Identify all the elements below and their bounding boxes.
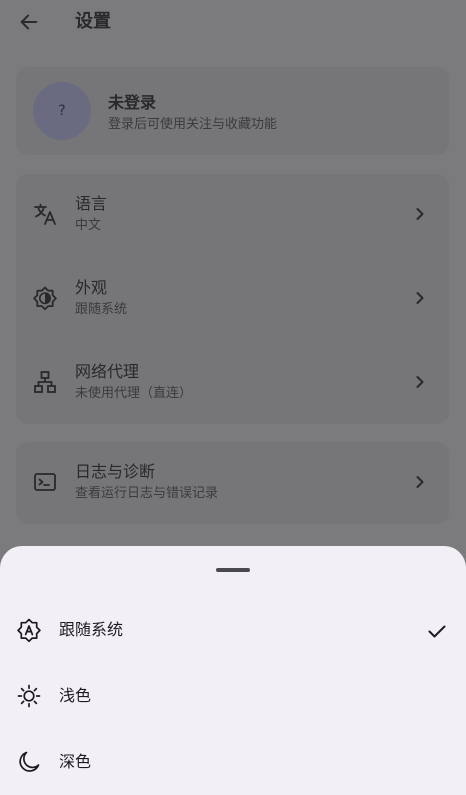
chevron-right-icon [410, 288, 430, 308]
appearance-option-label: 深色 [59, 752, 92, 771]
network-tree-icon [31, 368, 59, 396]
login-card[interactable]: ? 未登录 登录后可使用关注与收藏功能 [16, 67, 449, 155]
settings-item-title: 网络代理 [75, 362, 140, 381]
brightness-icon [31, 284, 59, 312]
chevron-right-icon [410, 204, 430, 224]
terminal-icon [31, 468, 59, 496]
settings-item-title: 语言 [75, 194, 108, 213]
settings-item-subtitle: 未使用代理（直连） [75, 386, 193, 401]
settings-item-network-proxy[interactable]: 网络代理 未使用代理（直连） [16, 342, 449, 426]
settings-item-title: 外观 [75, 278, 108, 297]
settings-item-subtitle: 跟随系统 [75, 302, 128, 317]
settings-item-appearance[interactable]: 外观 跟随系统 [16, 258, 449, 342]
app-bar: 设置 [0, 0, 466, 44]
settings-item-language[interactable]: 语言 中文 [16, 174, 449, 258]
diagnostics-group: 日志与诊断 查看运行日志与错误记录 [16, 442, 449, 524]
login-status-subtitle: 登录后可使用关注与收藏功能 [108, 117, 278, 132]
appearance-option-dark[interactable]: 深色 [0, 732, 466, 792]
appearance-option-label: 跟随系统 [59, 620, 124, 639]
sun-icon [15, 682, 43, 710]
settings-screen: 设置 ? 未登录 登录后可使用关注与收藏功能 语言 中文 外观 跟随系统 网络代… [0, 0, 466, 795]
settings-item-subtitle: 中文 [75, 218, 102, 233]
page-title: 设置 [75, 11, 111, 32]
chevron-right-icon [410, 472, 430, 492]
appearance-option-label: 浅色 [59, 686, 92, 705]
chevron-right-icon [410, 372, 430, 392]
settings-item-logs[interactable]: 日志与诊断 查看运行日志与错误记录 [16, 442, 449, 524]
settings-item-title: 日志与诊断 [75, 462, 156, 481]
moon-icon [15, 748, 43, 776]
arrow-back-icon [20, 14, 38, 30]
check-icon [424, 618, 450, 644]
login-status-title: 未登录 [108, 93, 157, 112]
drag-handle[interactable] [216, 568, 250, 572]
appearance-option-light[interactable]: 浅色 [0, 666, 466, 726]
settings-item-subtitle: 查看运行日志与错误记录 [75, 486, 219, 501]
avatar: ? [33, 82, 91, 140]
appearance-bottom-sheet: 跟随系统 浅色 深色 [0, 546, 466, 795]
settings-group: 语言 中文 外观 跟随系统 网络代理 未使用代理（直连） [16, 174, 449, 424]
auto-brightness-icon [15, 616, 43, 644]
back-button[interactable] [14, 8, 44, 36]
translate-icon [31, 200, 59, 228]
appearance-option-system[interactable]: 跟随系统 [0, 600, 466, 660]
